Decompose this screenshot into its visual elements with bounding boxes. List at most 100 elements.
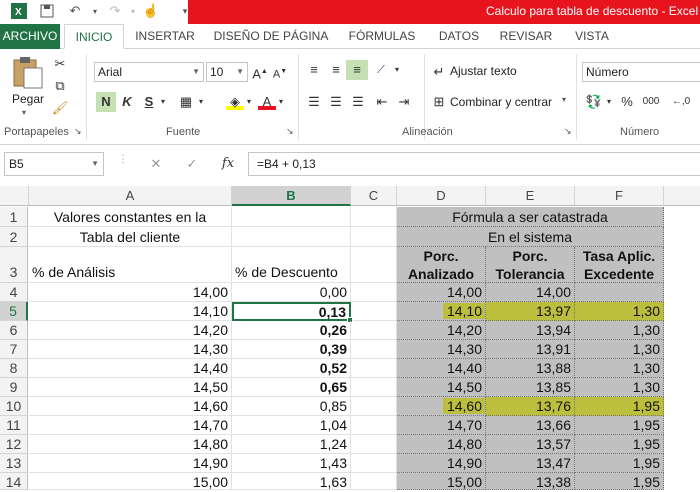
cell-d13[interactable]: 14,90 <box>397 454 486 473</box>
cell-b14[interactable]: 1,63 <box>232 473 351 490</box>
italic-button[interactable]: K <box>118 92 136 112</box>
cell-f10[interactable]: 1,95 <box>575 397 664 416</box>
percent-style-icon[interactable]: % <box>618 92 636 112</box>
select-all-corner[interactable] <box>0 186 29 206</box>
cell-b10[interactable]: 0,85 <box>232 397 351 416</box>
cell-a2[interactable]: Tabla del cliente <box>29 227 232 247</box>
font-color-icon[interactable]: A <box>258 92 276 110</box>
tab-view[interactable]: VISTA <box>568 24 616 49</box>
font-launcher-icon[interactable]: ↘ <box>286 126 294 137</box>
wrap-text-icon[interactable]: ↵ <box>430 62 448 82</box>
cell-a13[interactable]: 14,90 <box>29 454 232 473</box>
cell-c11[interactable] <box>351 416 397 435</box>
column-header-f[interactable]: F <box>575 186 664 206</box>
increase-indent-icon[interactable]: ⇥ <box>394 92 414 112</box>
cell-b2[interactable] <box>232 227 351 247</box>
cell-b3[interactable]: % de Descuento <box>232 247 351 283</box>
accounting-dropdown-icon[interactable]: ▾ <box>604 92 614 112</box>
cell-d9[interactable]: 14,50 <box>397 378 486 397</box>
cell-a9[interactable]: 14,50 <box>29 378 232 397</box>
column-header-d[interactable]: D <box>397 186 486 206</box>
cell-c3[interactable] <box>351 247 397 283</box>
fill-color-icon[interactable]: ◈ <box>226 92 244 110</box>
cell-c14[interactable] <box>351 473 397 490</box>
cell-f4[interactable] <box>575 283 664 302</box>
cell-e13[interactable]: 13,47 <box>486 454 575 473</box>
cell-f5[interactable]: 1,30 <box>575 302 664 321</box>
undo-dropdown-icon[interactable]: ▾ <box>86 2 104 20</box>
row-header[interactable]: 9 <box>0 378 28 397</box>
underline-dropdown-icon[interactable]: ▾ <box>158 92 168 112</box>
formula-input[interactable]: =B4 + 0,13 <box>248 152 700 176</box>
cell-a6[interactable]: 14,20 <box>29 321 232 340</box>
cell-c1[interactable] <box>351 207 397 227</box>
cell-c8[interactable] <box>351 359 397 378</box>
cell-a11[interactable]: 14,70 <box>29 416 232 435</box>
tab-review[interactable]: REVISAR <box>496 24 556 49</box>
format-painter-icon[interactable]: 🖌 <box>50 98 70 118</box>
align-right-icon[interactable]: ☰ <box>348 92 368 112</box>
cell-a3[interactable]: % de Análisis <box>29 247 232 283</box>
cell-a4[interactable]: 14,00 <box>29 283 232 302</box>
cell-b12[interactable]: 1,24 <box>232 435 351 454</box>
shrink-font-icon[interactable]: A▼ <box>272 62 288 82</box>
cell-f13[interactable]: 1,95 <box>575 454 664 473</box>
cell-e14[interactable]: 13,38 <box>486 473 575 490</box>
comma-style-icon[interactable]: 000 <box>640 92 662 112</box>
cell-b9[interactable]: 0,65 <box>232 378 351 397</box>
align-left-icon[interactable]: ☰ <box>304 92 324 112</box>
cell-b13[interactable]: 1,43 <box>232 454 351 473</box>
cell-c10[interactable] <box>351 397 397 416</box>
cancel-icon[interactable]: ✕ <box>146 154 166 174</box>
tab-file[interactable]: ARCHIVO <box>0 24 60 49</box>
align-middle-icon[interactable]: ≡ <box>326 60 346 80</box>
cell-e10[interactable]: 13,76 <box>486 397 575 416</box>
cell-d11[interactable]: 14,70 <box>397 416 486 435</box>
cell-c2[interactable] <box>351 227 397 247</box>
column-header-g[interactable] <box>664 186 700 206</box>
paste-icon[interactable] <box>10 56 44 90</box>
cell-f3[interactable]: Tasa Aplic. Excedente <box>575 247 664 283</box>
undo-icon[interactable]: ↶ <box>66 2 84 20</box>
fill-color-dropdown-icon[interactable]: ▾ <box>244 92 254 112</box>
bold-button[interactable]: N <box>96 92 116 112</box>
cell-c9[interactable] <box>351 378 397 397</box>
redo-icon[interactable]: ↷ <box>106 2 124 20</box>
clipboard-launcher-icon[interactable]: ↘ <box>74 126 82 137</box>
cell-d10[interactable]: 14,60 <box>397 397 486 416</box>
cell-d3[interactable]: Porc. Analizado <box>397 247 486 283</box>
column-header-a[interactable]: A <box>29 186 232 206</box>
align-bottom-icon[interactable]: ≡ <box>346 60 368 80</box>
cell-e6[interactable]: 13,94 <box>486 321 575 340</box>
row-header[interactable]: 6 <box>0 321 28 340</box>
merge-dropdown-icon[interactable]: ▾ <box>562 95 566 104</box>
cell-b8[interactable]: 0,52 <box>232 359 351 378</box>
cell-a7[interactable]: 14,30 <box>29 340 232 359</box>
accounting-format-icon[interactable]: 💱 <box>584 92 604 112</box>
cell-b5-active[interactable]: 0,13 <box>232 302 351 321</box>
borders-icon[interactable]: ▦ <box>176 92 196 112</box>
cell-d12[interactable]: 14,80 <box>397 435 486 454</box>
cell-e3[interactable]: Porc. Tolerancia <box>486 247 575 283</box>
row-header[interactable]: 12 <box>0 435 28 454</box>
cell-e12[interactable]: 13,57 <box>486 435 575 454</box>
cell-f12[interactable]: 1,95 <box>575 435 664 454</box>
touch-mode-icon[interactable]: ☝ <box>142 2 160 20</box>
cell-e9[interactable]: 13,85 <box>486 378 575 397</box>
cell-a8[interactable]: 14,40 <box>29 359 232 378</box>
cell-c7[interactable] <box>351 340 397 359</box>
cell-a10[interactable]: 14,60 <box>29 397 232 416</box>
row-header[interactable]: 10 <box>0 397 28 416</box>
cell-e8[interactable]: 13,88 <box>486 359 575 378</box>
cell-c13[interactable] <box>351 454 397 473</box>
tab-home[interactable]: INICIO <box>64 24 124 49</box>
tab-page-layout[interactable]: DISEÑO DE PÁGINA <box>212 24 330 49</box>
orientation-dropdown-icon[interactable]: ▾ <box>392 60 402 80</box>
row-header[interactable]: 1 <box>0 207 28 227</box>
cell-f11[interactable]: 1,95 <box>575 416 664 435</box>
cell-f8[interactable]: 1,30 <box>575 359 664 378</box>
cell-e7[interactable]: 13,91 <box>486 340 575 359</box>
cell-b11[interactable]: 1,04 <box>232 416 351 435</box>
cell-f9[interactable]: 1,30 <box>575 378 664 397</box>
cell-b1[interactable] <box>232 207 351 227</box>
